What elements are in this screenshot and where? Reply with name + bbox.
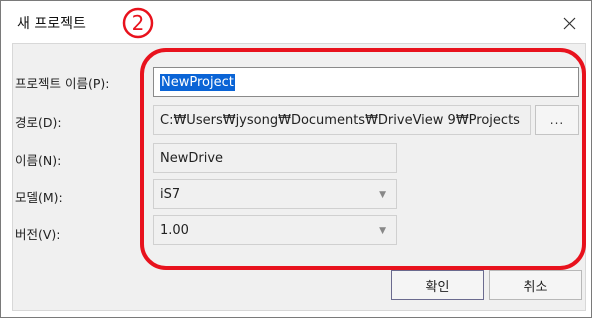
model-select[interactable]: iS7 ▼ bbox=[153, 179, 397, 209]
dialog-title: 새 프로젝트 bbox=[17, 16, 86, 32]
model-label: 모델(M): bbox=[15, 190, 63, 205]
project-name-label: 프로젝트 이름(P): bbox=[15, 76, 110, 91]
title-bar: 새 프로젝트 bbox=[1, 1, 591, 43]
project-name-input[interactable]: NewProject bbox=[153, 67, 579, 97]
new-project-dialog: 새 프로젝트 프로젝트 이름(P): 경로(D): 이름(N): 모델(M): … bbox=[0, 0, 592, 318]
path-value: C:₩Users₩jysong₩Documents₩DriveView 9₩Pr… bbox=[160, 112, 520, 128]
chevron-down-icon: ▼ bbox=[379, 226, 386, 236]
version-select[interactable]: 1.00 ▼ bbox=[153, 215, 397, 245]
name-value: NewDrive bbox=[160, 150, 224, 166]
cancel-button[interactable]: 취소 bbox=[489, 270, 582, 300]
browse-button[interactable]: ... bbox=[535, 105, 579, 135]
name-label: 이름(N): bbox=[15, 153, 62, 168]
project-name-value: NewProject bbox=[160, 73, 235, 91]
model-value: iS7 bbox=[160, 186, 181, 202]
close-icon bbox=[563, 17, 575, 29]
ok-button[interactable]: 확인 bbox=[391, 270, 484, 300]
name-input[interactable]: NewDrive bbox=[153, 143, 397, 173]
path-input[interactable]: C:₩Users₩jysong₩Documents₩DriveView 9₩Pr… bbox=[153, 105, 531, 135]
close-button[interactable] bbox=[555, 9, 583, 37]
chevron-down-icon: ▼ bbox=[379, 190, 386, 200]
version-label: 버전(V): bbox=[15, 227, 61, 242]
version-value: 1.00 bbox=[160, 222, 189, 238]
path-label: 경로(D): bbox=[15, 115, 62, 130]
